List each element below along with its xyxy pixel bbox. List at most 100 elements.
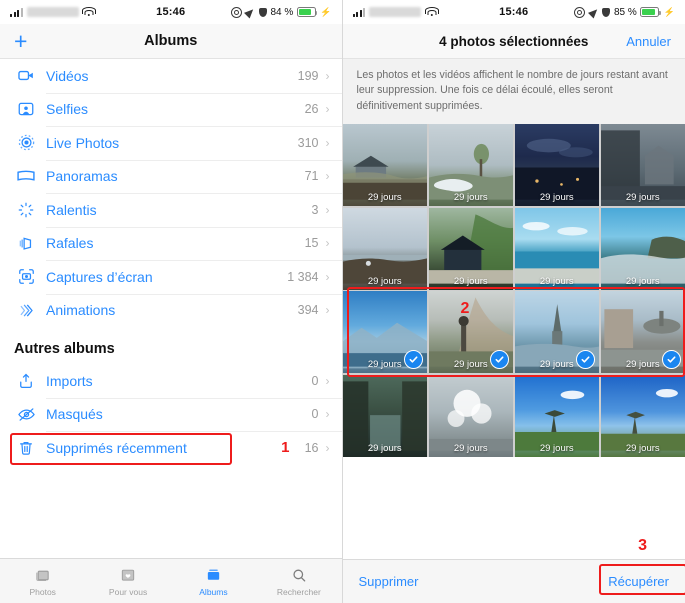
album-label: Masqués — [46, 406, 103, 423]
photo-thumbnail[interactable]: 29 jours — [600, 207, 685, 290]
album-row-selfies[interactable]: Selfies 26 › — [0, 92, 342, 127]
photo-grid: 29 jours 29 jours 29 jours 29 jours 29 j — [342, 124, 685, 457]
photo-thumbnail-selected[interactable]: 29 jours — [342, 291, 427, 374]
status-bar-left: 15:46 84 % ⚡ — [0, 0, 342, 24]
photo-thumbnail[interactable]: 29 jours — [514, 207, 599, 290]
vpn-shield-icon — [602, 7, 611, 17]
selected-checkmark-icon[interactable] — [404, 350, 423, 370]
album-row-bursts[interactable]: Rafales 15 › — [0, 226, 342, 261]
battery-icon — [640, 7, 661, 17]
burst-icon — [14, 232, 38, 254]
chevron-right-icon: › — [325, 102, 330, 117]
tab-bar: Photos Pour vous Albums Rechercher — [0, 558, 342, 603]
chevron-right-icon: › — [325, 202, 330, 217]
album-count: 15 — [304, 236, 319, 251]
photo-thumbnail[interactable]: 29 jours — [428, 207, 513, 290]
orientation-lock-icon — [574, 6, 586, 18]
panorama-icon — [14, 165, 38, 187]
days-remaining-label: 29 jours — [367, 442, 402, 454]
chevron-right-icon: › — [325, 68, 330, 83]
photo-thumbnail-selected[interactable]: 29 jours — [600, 291, 685, 374]
page-title: Albums — [144, 33, 198, 49]
tab-label: Rechercher — [276, 587, 321, 597]
selfie-icon — [14, 98, 38, 120]
chevron-right-icon: › — [325, 303, 330, 318]
selected-checkmark-icon[interactable] — [662, 350, 681, 370]
photo-thumbnail[interactable]: 29 jours — [514, 124, 599, 207]
photo-thumbnail[interactable]: 29 jours — [600, 124, 685, 207]
chevron-right-icon: › — [325, 440, 330, 455]
battery-percent-label: 84 % — [270, 6, 294, 18]
for-you-icon — [119, 565, 137, 584]
album-count: 3 — [311, 202, 319, 217]
photo-thumbnail[interactable]: 29 jours — [342, 124, 427, 207]
delete-button[interactable]: Supprimer — [359, 574, 419, 589]
chevron-right-icon: › — [325, 373, 330, 388]
album-label: Live Photos — [46, 134, 120, 151]
right-phone-screen: 15:46 85 % ⚡ 4 photos sélectionnées Annu… — [342, 0, 685, 603]
album-row-recently-deleted[interactable]: Supprimés récemment 1 16 › — [0, 431, 342, 465]
days-remaining-label: 29 jours — [539, 442, 574, 454]
photo-thumbnail[interactable]: 29 jours — [342, 374, 427, 457]
album-count: 0 — [311, 407, 319, 422]
albums-list: Vidéos 199 › Selfies 26 › Live Photos 31… — [0, 59, 342, 465]
album-count: 16 — [304, 440, 319, 455]
cancel-button[interactable]: Annuler — [626, 34, 671, 49]
album-label: Vidéos — [46, 67, 89, 84]
album-row-imports[interactable]: Imports 0 › — [0, 364, 342, 398]
photo-thumbnail[interactable]: 29 jours — [514, 374, 599, 457]
dual-screenshot: 15:46 84 % ⚡ + Albums Vidéos 199 › Selfi… — [0, 0, 685, 603]
status-right-group: 85 % ⚡ — [574, 5, 675, 19]
vpn-shield-icon — [258, 7, 267, 17]
album-label: Captures d’écran — [46, 268, 153, 285]
album-label: Animations — [46, 302, 116, 319]
location-arrow-icon — [587, 5, 600, 19]
album-row-animated[interactable]: Animations 394 › — [0, 293, 342, 328]
album-row-panoramas[interactable]: Panoramas 71 › — [0, 159, 342, 194]
album-count: 0 — [311, 373, 319, 388]
album-row-slo-mo[interactable]: Ralentis 3 › — [0, 193, 342, 227]
selected-checkmark-icon[interactable] — [576, 350, 595, 370]
annotation-marker-1: 1 — [281, 439, 290, 456]
photo-thumbnail-selected[interactable]: 29 jours — [428, 291, 513, 374]
screenshot-icon — [14, 266, 38, 288]
album-count: 310 — [297, 135, 319, 150]
photo-thumbnail[interactable]: 29 jours — [342, 207, 427, 290]
tab-search[interactable]: Rechercher — [256, 559, 341, 603]
section-header-other-albums: Autres albums — [14, 341, 115, 357]
photo-thumbnail-selected[interactable]: 29 jours — [514, 291, 599, 374]
annotation-marker-3: 3 — [638, 537, 647, 554]
charging-bolt-icon: ⚡ — [320, 6, 332, 17]
days-remaining-label: 29 jours — [453, 275, 488, 287]
tab-for-you[interactable]: Pour vous — [85, 559, 170, 603]
chevron-right-icon: › — [325, 236, 330, 251]
selected-checkmark-icon[interactable] — [490, 350, 509, 370]
tab-photos[interactable]: Photos — [0, 559, 85, 603]
days-remaining-label: 29 jours — [453, 192, 488, 204]
days-remaining-label: 29 jours — [625, 192, 660, 204]
navigation-bar-albums: + Albums — [0, 24, 342, 59]
chevron-right-icon: › — [325, 269, 330, 284]
album-count: 71 — [304, 169, 319, 184]
trash-icon — [14, 437, 38, 459]
album-row-hidden[interactable]: Masqués 0 › — [0, 397, 342, 432]
orientation-lock-icon — [230, 6, 242, 18]
navigation-bar-selection: 4 photos sélectionnées Annuler — [342, 24, 685, 59]
add-album-button[interactable]: + — [14, 29, 27, 53]
album-row-screenshots[interactable]: Captures d’écran 1 384 › — [0, 260, 342, 294]
albums-icon — [204, 565, 223, 584]
import-icon — [14, 370, 38, 392]
live-photo-icon — [14, 132, 38, 154]
days-remaining-label: 29 jours — [367, 192, 402, 204]
album-count: 199 — [297, 68, 319, 83]
photo-thumbnail[interactable]: 29 jours — [600, 374, 685, 457]
album-label: Panoramas — [46, 168, 118, 185]
recover-button[interactable]: Récupérer — [608, 574, 669, 589]
photo-thumbnail[interactable]: 29 jours — [428, 374, 513, 457]
photo-thumbnail[interactable]: 29 jours — [428, 124, 513, 207]
album-row-live-photos[interactable]: Live Photos 310 › — [0, 126, 342, 160]
tab-albums[interactable]: Albums — [171, 559, 256, 603]
charging-bolt-icon: ⚡ — [663, 6, 675, 17]
album-row-videos[interactable]: Vidéos 199 › — [0, 59, 342, 93]
days-remaining-label: 29 jours — [625, 275, 660, 287]
